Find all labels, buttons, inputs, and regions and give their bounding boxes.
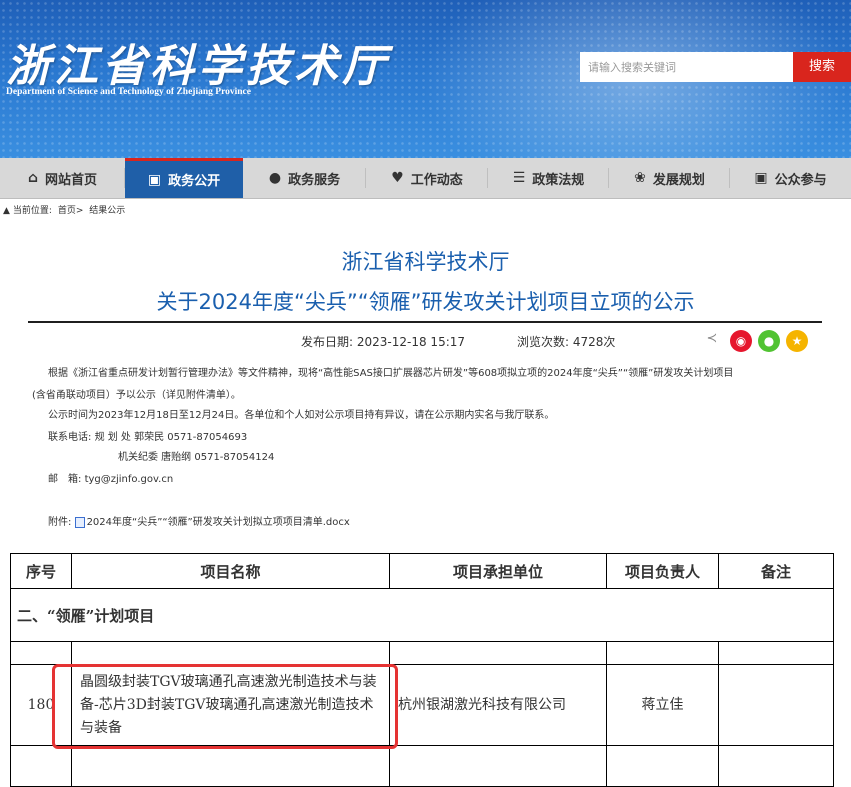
breadcrumb: ▲ 当前位置: 首页> 结果公示 <box>3 203 128 216</box>
email-label: 邮 箱: <box>48 474 82 485</box>
views-value: 4728次 <box>572 335 616 349</box>
table-cell <box>71 745 390 787</box>
nav-planning[interactable]: ❀ 发展规划 <box>609 158 730 198</box>
heart-icon: ♥ <box>391 170 404 186</box>
nav-label: 工作动态 <box>410 172 463 188</box>
para2: 公示时间为2023年12月18日至12月24日。各单位和个人如对公示项目持有异议… <box>48 410 555 421</box>
handshake-icon: ❀ <box>634 170 646 186</box>
page-title: 关于2024年度“尖兵”“领雁”研发攻关计划项目立项的公示 <box>156 290 695 314</box>
weibo-icon[interactable]: ◉ <box>730 330 752 352</box>
location-icon: ▲ <box>3 206 10 216</box>
section-row: 二、“领雁”计划项目 <box>10 588 834 642</box>
contact-label: 联系电话: <box>48 432 92 443</box>
section-title: 二、“领雁”计划项目 <box>10 588 834 642</box>
site-header: 浙江省科学技术厅 Department of Science and Techn… <box>0 0 851 158</box>
table-row <box>10 745 834 787</box>
title-divider <box>28 321 822 323</box>
site-logo-english: Department of Science and Technology of … <box>6 87 251 97</box>
nav-public[interactable]: ▣ 公众参与 <box>730 158 851 198</box>
cell-unit: 杭州银湖激光科技有限公司 <box>389 664 607 746</box>
attachment-link[interactable]: 2024年度“尖兵”“领雁”研发攻关计划拟立项项目清单.docx <box>74 516 350 528</box>
nav-work-news[interactable]: ♥ 工作动态 <box>366 158 488 198</box>
search-button[interactable]: 搜索 <box>793 52 851 82</box>
col-header-unit: 项目承担单位 <box>389 553 607 589</box>
breadcrumb-prefix: 当前位置: <box>12 206 52 216</box>
site-logo[interactable]: 浙江省科学技术厅 <box>6 30 390 94</box>
contact-line2: 机关纪委 唐贻纲 0571-87054124 <box>118 452 275 463</box>
table-cell <box>718 641 834 665</box>
attachment-filename: 2024年度“尖兵”“领雁”研发攻关计划拟立项项目清单.docx <box>86 517 350 528</box>
nav-label: 政策法规 <box>532 172 585 188</box>
contact-value-1: 规 划 处 郭荣民 0571-87054693 <box>94 432 248 443</box>
nav-label: 发展规划 <box>652 172 705 188</box>
col-header-no: 序号 <box>10 553 72 589</box>
table-cell <box>389 745 607 787</box>
table-cell <box>606 641 719 665</box>
breadcrumb-home[interactable]: 首页> <box>58 206 84 216</box>
chat-icon: ● <box>268 170 282 186</box>
publish-date: 发布日期: 2023-12-18 15:17 <box>301 333 465 350</box>
nav-gov-open[interactable]: ▣ 政务公开 <box>125 158 243 198</box>
views-label: 浏览次数: <box>517 335 570 349</box>
col-header-leader: 项目负责人 <box>606 553 719 589</box>
email-line: 邮 箱: tyg@zjinfo.gov.cn <box>48 470 173 485</box>
table-header-row: 序号 项目名称 项目承担单位 项目负责人 备注 <box>10 553 834 589</box>
share-icon[interactable]: ≺ <box>705 328 719 350</box>
home-icon: ⌂ <box>27 170 38 186</box>
list-icon: ☰ <box>512 170 526 186</box>
gov-open-icon: ▣ <box>147 171 162 188</box>
nav-policy[interactable]: ☰ 政策法规 <box>488 158 609 198</box>
nav-label: 政务公开 <box>168 174 221 189</box>
publish-value: 2023-12-18 15:17 <box>356 335 466 349</box>
table-cell <box>10 641 72 665</box>
table-cell <box>718 745 834 787</box>
cell-leader: 蒋立佳 <box>606 664 719 746</box>
cell-note <box>718 664 834 746</box>
table-cell <box>606 745 719 787</box>
col-header-name: 项目名称 <box>71 553 390 589</box>
main-nav: ⌂ 网站首页 ▣ 政务公开 ● 政务服务 ♥ 工作动态 ☰ 政策法规 ❀ 发展规… <box>0 158 851 199</box>
table-row <box>10 641 834 665</box>
wechat-icon[interactable]: ● <box>758 330 780 352</box>
participate-icon: ▣ <box>754 170 768 186</box>
attachment-line: 附件: 2024年度“尖兵”“领雁”研发攻关计划拟立项项目清单.docx <box>48 513 350 528</box>
nav-gov-service[interactable]: ● 政务服务 <box>243 158 366 198</box>
site-title: 浙江省科学技术厅 <box>341 250 510 274</box>
contact-line1: 联系电话: 规 划 处 郭荣民 0571-87054693 <box>48 428 247 443</box>
favorite-icon[interactable]: ★ <box>786 330 808 352</box>
breadcrumb-current[interactable]: 结果公示 <box>89 206 125 216</box>
nav-label: 网站首页 <box>45 172 98 188</box>
nav-home[interactable]: ⌂ 网站首页 <box>0 158 125 198</box>
email-value[interactable]: tyg@zjinfo.gov.cn <box>85 474 174 485</box>
publish-label: 发布日期: <box>301 335 354 349</box>
attachment-label: 附件: <box>48 517 72 528</box>
col-header-note: 备注 <box>718 553 834 589</box>
table-cell <box>389 641 607 665</box>
para1-line1: 根据《浙江省重点研发计划暂行管理办法》等文件精神，现将“高性能SAS接口扩展器芯… <box>48 368 734 379</box>
para1-line2: (含省甬联动项目）予以公示（详见附件清单）。 <box>32 390 241 401</box>
highlight-box <box>52 664 398 749</box>
search-input[interactable] <box>580 52 793 82</box>
docx-icon <box>74 516 85 528</box>
table-cell <box>10 745 72 787</box>
nav-label: 政务服务 <box>288 172 341 188</box>
table-cell <box>71 641 390 665</box>
view-count: 浏览次数: 4728次 <box>517 333 615 350</box>
nav-label: 公众参与 <box>774 172 827 188</box>
